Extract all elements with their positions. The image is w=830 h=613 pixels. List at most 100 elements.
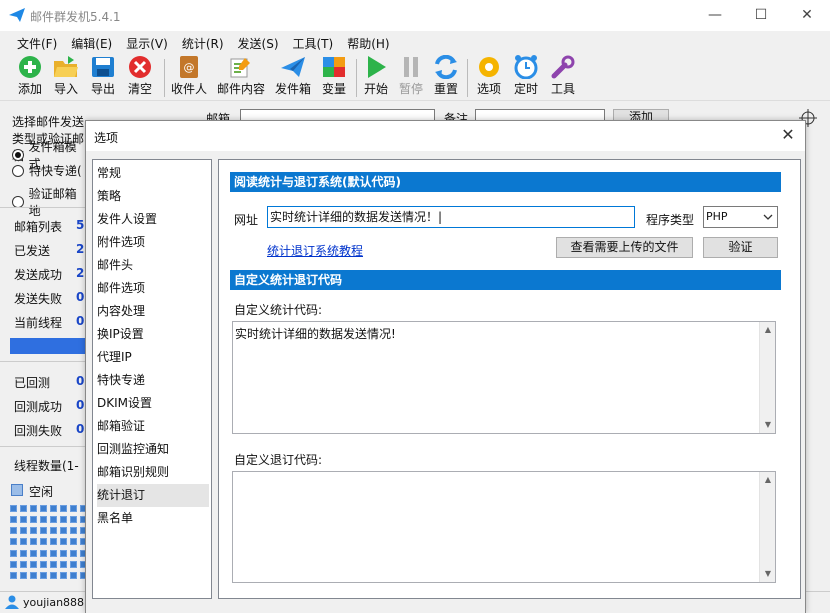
program-type-select[interactable]: PHP xyxy=(703,206,778,228)
minimize-button[interactable]: — xyxy=(692,0,738,31)
title-bar: 邮件群发机5.4.1 — ☐ ✕ xyxy=(0,0,830,31)
menu-stats[interactable]: 统计(R) xyxy=(175,31,231,53)
view-upload-files-button[interactable]: 查看需要上传的文件 xyxy=(556,237,693,258)
thread-cell xyxy=(30,538,37,546)
toolbar-label: 导入 xyxy=(53,82,78,96)
close-window-button[interactable]: ✕ xyxy=(784,0,830,31)
progress-bar xyxy=(10,338,86,354)
nav-item[interactable]: 特快专递 xyxy=(97,369,209,392)
section-header-custom: 自定义统计退订代码 xyxy=(230,270,781,290)
nav-item[interactable]: 回测监控通知 xyxy=(97,438,209,461)
thread-cell xyxy=(20,505,27,512)
menu-help[interactable]: 帮助(H) xyxy=(340,31,396,53)
url-label: 网址 xyxy=(234,213,259,227)
toolbar-label: 邮件内容 xyxy=(216,82,265,96)
url-input[interactable]: 实时统计详细的数据发送情况！| xyxy=(267,206,635,228)
thread-cell xyxy=(70,560,77,568)
toolbar-separator xyxy=(356,59,357,97)
toolbar-label: 发件箱 xyxy=(274,82,311,96)
toolbar-label: 重置 xyxy=(433,82,458,96)
verify-button[interactable]: 验证 xyxy=(703,237,778,258)
stat-label: 发送失败 xyxy=(14,292,63,306)
nav-item[interactable]: 代理IP xyxy=(97,346,209,369)
toolbar-label: 选项 xyxy=(476,82,501,96)
toolbar-add-button[interactable]: 添加 xyxy=(14,55,46,99)
nav-item[interactable]: 邮件头 xyxy=(97,254,209,277)
nav-item[interactable]: 发件人设置 xyxy=(97,208,209,231)
menu-view[interactable]: 显示(V) xyxy=(119,31,175,53)
nav-item[interactable]: 常规 xyxy=(97,162,209,185)
stat-label: 发送成功 xyxy=(14,268,63,282)
nav-item[interactable]: 统计退订 xyxy=(97,484,209,507)
toolbar-reset-button[interactable]: 重置 xyxy=(431,55,461,99)
nav-item[interactable]: DKIM设置 xyxy=(97,392,209,415)
dialog-title: 选项 xyxy=(94,131,119,145)
thread-cell xyxy=(20,527,27,535)
custom-unsub-textarea[interactable]: ▲ ▼ xyxy=(232,471,776,583)
scroll-up-icon[interactable]: ▲ xyxy=(760,322,776,338)
toolbar-outbox-button[interactable]: 发件箱 xyxy=(273,55,313,99)
stat-value: 2 xyxy=(76,242,85,256)
thread-cell xyxy=(70,538,77,546)
thread-cell xyxy=(30,516,37,524)
toolbar-recipients-button[interactable]: @ 收件人 xyxy=(170,55,208,99)
folder-open-icon xyxy=(54,56,78,77)
custom-stats-label: 自定义统计代码: xyxy=(234,303,323,317)
window-title: 邮件群发机5.4.1 xyxy=(30,10,121,24)
toolbar-start-button[interactable]: 开始 xyxy=(361,55,391,99)
toolbar-schedule-button[interactable]: 定时 xyxy=(511,55,541,99)
menu-edit[interactable]: 编辑(E) xyxy=(64,31,119,53)
toolbar-label: 开始 xyxy=(363,82,388,96)
address-book-icon: @ xyxy=(180,56,198,78)
thread-cell xyxy=(40,527,47,535)
toolbar-import-button[interactable]: 导入 xyxy=(50,55,82,99)
toolbar-clear-button[interactable]: 清空 xyxy=(124,55,156,99)
nav-item[interactable]: 内容处理 xyxy=(97,300,209,323)
nav-item[interactable]: 附件选项 xyxy=(97,231,209,254)
menu-tools[interactable]: 工具(T) xyxy=(286,31,341,53)
unsub-scrollbar[interactable]: ▲ ▼ xyxy=(759,472,775,582)
menu-file[interactable]: 文件(F) xyxy=(10,31,64,53)
stat-label: 当前线程 xyxy=(14,316,63,330)
dialog-close-button[interactable]: ✕ xyxy=(776,124,800,146)
scroll-down-icon[interactable]: ▼ xyxy=(760,417,776,433)
nav-item[interactable]: 邮件选项 xyxy=(97,277,209,300)
scroll-up-icon[interactable]: ▲ xyxy=(760,472,776,488)
toolbar-options-button[interactable]: 选项 xyxy=(474,55,504,99)
custom-stats-textarea[interactable]: 实时统计详细的数据发送情况! ▲ ▼ xyxy=(232,321,776,434)
toolbar-content-button[interactable]: 邮件内容 xyxy=(215,55,267,99)
nav-item[interactable]: 邮箱识别规则 xyxy=(97,461,209,484)
stats-scrollbar[interactable]: ▲ ▼ xyxy=(759,322,775,433)
tutorial-link[interactable]: 统计退订系统教程 xyxy=(267,242,363,259)
thread-cell xyxy=(20,571,27,579)
pause-icon xyxy=(404,57,418,77)
thread-cell xyxy=(70,516,77,524)
nav-item[interactable]: 策略 xyxy=(97,185,209,208)
send-plane-icon xyxy=(281,57,305,77)
toolbar-pause-button[interactable]: 暂停 xyxy=(396,55,426,99)
thread-cell xyxy=(30,527,37,535)
program-type-label: 程序类型 xyxy=(646,213,695,227)
thread-cell xyxy=(10,505,17,512)
thread-cell xyxy=(20,516,27,524)
nav-item[interactable]: 换IP设置 xyxy=(97,323,209,346)
toolbar-separator xyxy=(164,59,165,97)
radio-verify-mode[interactable]: 验证邮箱地 xyxy=(12,185,86,219)
toolbar-export-button[interactable]: 导出 xyxy=(87,55,119,99)
stat-value: 0 xyxy=(76,290,85,304)
thread-cell xyxy=(50,571,57,579)
thread-cell xyxy=(50,538,57,546)
toolbar-tools-button[interactable]: 工具 xyxy=(548,55,578,99)
add-icon xyxy=(19,56,41,78)
maximize-button[interactable]: ☐ xyxy=(738,0,784,31)
scroll-down-icon[interactable]: ▼ xyxy=(760,566,776,582)
radio-express-mode[interactable]: 特快专递( xyxy=(12,162,82,179)
stat-value: 5 xyxy=(76,218,85,232)
menu-send[interactable]: 发送(S) xyxy=(231,31,286,53)
thread-cell xyxy=(50,505,57,512)
stat-value: 0 xyxy=(76,374,85,388)
nav-item[interactable]: 邮箱验证 xyxy=(97,415,209,438)
nav-item[interactable]: 黑名单 xyxy=(97,507,209,530)
thread-cell xyxy=(40,516,47,524)
toolbar-variables-button[interactable]: 变量 xyxy=(318,55,350,99)
